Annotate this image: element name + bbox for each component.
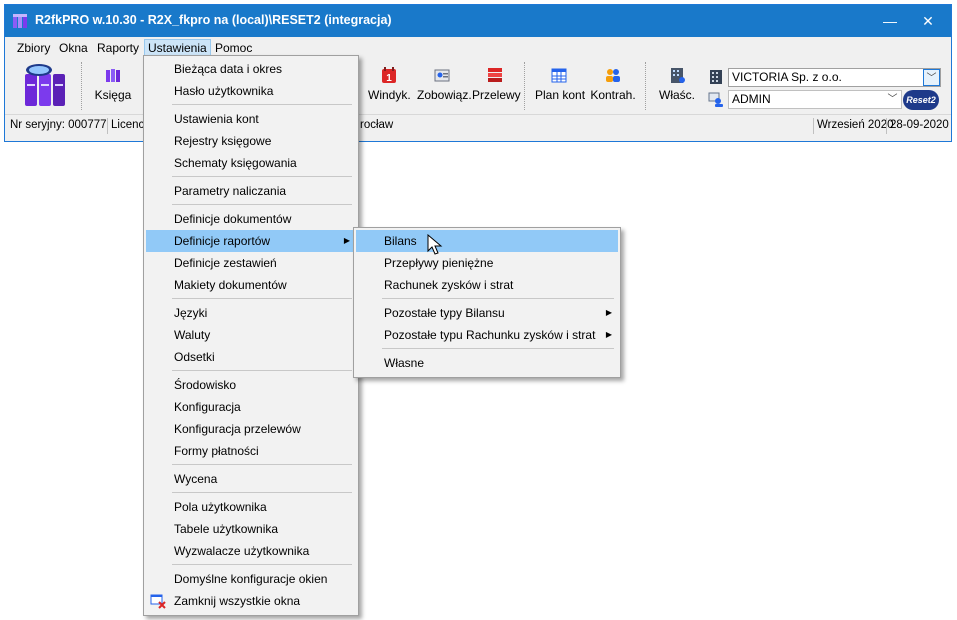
user-icon [708, 92, 723, 107]
menu-item-waluty[interactable]: Waluty [146, 324, 356, 346]
menu-separator [382, 348, 614, 349]
user-select[interactable]: ADMIN ﹀ [728, 90, 902, 109]
przelewy-button[interactable]: Przelewy [472, 60, 521, 102]
menu-item-domyslne-konfiguracje[interactable]: Domyślne konfiguracje okien [146, 568, 356, 590]
user-value: ADMIN [732, 92, 771, 106]
submenu-item-pozostale-bilansu[interactable]: Pozostałe typy Bilansu ▶ [356, 302, 618, 324]
menu-item-srodowisko[interactable]: Środowisko [146, 374, 356, 396]
svg-text:1: 1 [386, 73, 392, 84]
current-date: 28-09-2020 [890, 119, 949, 131]
submenu-arrow-icon: ▶ [343, 236, 350, 245]
toolbar-separator [81, 62, 82, 110]
menu-separator [172, 464, 352, 465]
zobowiaz-button[interactable]: Zobowiąz. [417, 60, 472, 102]
company-select[interactable]: VICTORIA Sp. z o.o. ﹀ [728, 68, 941, 87]
menu-item-parametry[interactable]: Parametry naliczania [146, 180, 356, 202]
plan-kont-button[interactable]: Plan kont [535, 60, 586, 102]
menu-zbiory[interactable]: Zbiory [13, 39, 54, 57]
menu-separator [172, 564, 352, 565]
status-separator [813, 118, 814, 134]
wlasc-label: Właśc. [659, 88, 695, 102]
calendar-icon: 1 [382, 67, 396, 84]
przelewy-label: Przelewy [472, 88, 521, 102]
status-separator [107, 118, 108, 134]
menu-separator [382, 298, 614, 299]
city-text: rocław [360, 119, 394, 131]
contractors-icon [606, 69, 620, 82]
title-bar: R2fkPRO w.10.30 - R2X_fkpro na (local)\R… [5, 5, 951, 37]
menu-item-haslo[interactable]: Hasło użytkownika [146, 80, 356, 102]
menu-item-tabele-uzytkownika[interactable]: Tabele użytkownika [146, 518, 356, 540]
status-separator [886, 118, 887, 134]
menu-item-makiety[interactable]: Makiety dokumentów [146, 274, 356, 296]
menu-item-jezyki[interactable]: Języki [146, 302, 356, 324]
menu-separator [172, 492, 352, 493]
ksiega-label: Księga [94, 88, 132, 102]
chevron-down-icon[interactable]: ﹀ [923, 69, 940, 86]
books-logo-button[interactable] [23, 62, 69, 111]
period-month: Wrzesień 2020 [817, 119, 894, 131]
table-icon [551, 68, 567, 83]
company-value: VICTORIA Sp. z o.o. [732, 70, 842, 84]
submenu-item-pozostale-rzis[interactable]: Pozostałe typu Rachunku zysków i strat ▶ [356, 324, 618, 346]
ksiega-button[interactable]: Księga [93, 60, 133, 102]
transfers-icon [488, 68, 502, 82]
menu-item-rejestry[interactable]: Rejestry księgowe [146, 130, 356, 152]
menu-item-formy-platnosci[interactable]: Formy płatności [146, 440, 356, 462]
submenu-arrow-icon: ▶ [605, 308, 612, 317]
submenu-arrow-icon: ▶ [605, 330, 612, 339]
toolbar-separator [524, 62, 525, 110]
kontrah-button[interactable]: Kontrah. [589, 60, 637, 102]
menu-item-schematy[interactable]: Schematy księgowania [146, 152, 356, 174]
chevron-down-icon[interactable]: ﹀ [884, 91, 901, 108]
windyk-button[interactable]: 1 Windyk. [368, 60, 411, 102]
toolbar-separator [645, 62, 646, 110]
menu-separator [172, 104, 352, 105]
books-icon [25, 64, 65, 106]
submenu-item-wlasne[interactable]: Własne [356, 352, 618, 374]
menu-item-odsetki[interactable]: Odsetki [146, 346, 356, 368]
menu-item-konfiguracja[interactable]: Konfiguracja [146, 396, 356, 418]
serial-number: Nr seryjny: 000777 [10, 119, 107, 131]
submenu-item-przeplywy[interactable]: Przepływy pieniężne [356, 252, 618, 274]
menu-item-wycena[interactable]: Wycena [146, 468, 356, 490]
menu-item-zamknij-okna[interactable]: Zamknij wszystkie okna [146, 590, 356, 612]
menu-item-definicje-zestawien[interactable]: Definicje zestawień [146, 252, 356, 274]
menu-separator [172, 370, 352, 371]
menu-raporty[interactable]: Raporty [93, 39, 143, 57]
menu-item-pola-uzytkownika[interactable]: Pola użytkownika [146, 496, 356, 518]
building-icon [671, 68, 685, 83]
menu-okna[interactable]: Okna [55, 39, 92, 57]
submenu-item-rachunek[interactable]: Rachunek zysków i strat [356, 274, 618, 296]
menu-item-ustawienia-kont[interactable]: Ustawienia kont [146, 108, 356, 130]
menu-separator [172, 176, 352, 177]
app-icon [13, 14, 27, 28]
close-windows-icon [150, 594, 166, 609]
menu-separator [172, 298, 352, 299]
menu-separator [172, 204, 352, 205]
reset2-logo: Reset2 [903, 90, 939, 110]
menu-item-konfiguracja-przelewow[interactable]: Konfiguracja przelewów [146, 418, 356, 440]
menu-item-definicje-dokumentow[interactable]: Definicje dokumentów [146, 208, 356, 230]
close-button[interactable]: ✕ [905, 5, 951, 37]
wlasc-button[interactable]: Właśc. [657, 60, 697, 102]
plan-kont-label: Plan kont [535, 88, 586, 102]
ledger-icon [106, 69, 120, 82]
windyk-label: Windyk. [368, 88, 411, 102]
mouse-cursor-icon [427, 234, 443, 255]
ustawienia-menu: Bieżąca data i okres Hasło użytkownika U… [143, 55, 359, 616]
menu-item-definicje-raportow[interactable]: Definicje raportów ▶ [146, 230, 356, 252]
kontrah-label: Kontrah. [590, 88, 636, 102]
submenu-item-bilans[interactable]: Bilans [356, 230, 618, 252]
menu-item-wyzwalacze[interactable]: Wyzwalacze użytkownika [146, 540, 356, 562]
company-icon [710, 70, 722, 84]
window-title: R2fkPRO w.10.30 - R2X_fkpro na (local)\R… [35, 13, 392, 27]
licence-text: Licencj [111, 119, 147, 131]
zobowiaz-label: Zobowiąz. [417, 88, 472, 102]
contact-card-icon [434, 69, 450, 82]
raporty-submenu: Bilans Przepływy pieniężne Rachunek zysk… [353, 227, 621, 378]
menu-item-biezaca-data[interactable]: Bieżąca data i okres [146, 58, 356, 80]
